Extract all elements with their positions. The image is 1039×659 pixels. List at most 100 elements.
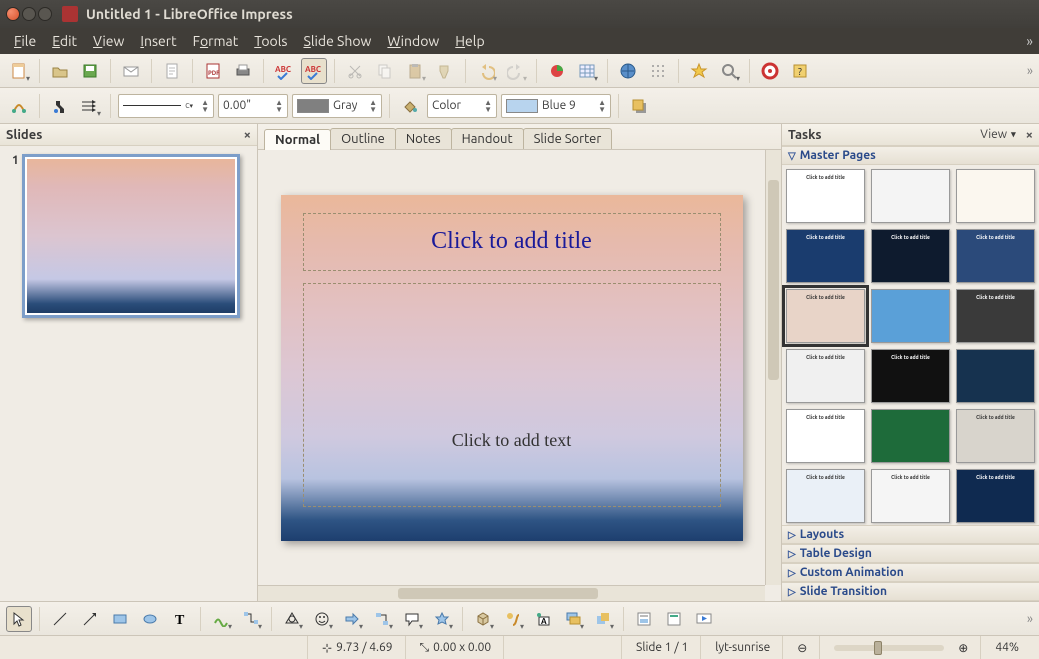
master-page-thumb[interactable]: Click to add title	[786, 409, 865, 463]
master-page-thumb[interactable]: Click to add title	[786, 289, 865, 343]
spellcheck-button[interactable]: ABC	[271, 58, 297, 84]
grid-button[interactable]	[645, 58, 671, 84]
arrow-tool-button[interactable]	[77, 606, 103, 632]
tasks-panel-close-icon[interactable]: ×	[1026, 128, 1033, 142]
tab-slide-sorter[interactable]: Slide Sorter	[523, 128, 613, 149]
section-custom-animation[interactable]: ▷Custom Animation	[782, 563, 1039, 582]
insert-button[interactable]: ▾	[500, 606, 526, 632]
auto-spellcheck-button[interactable]: ABC	[301, 58, 327, 84]
export-pdf-button[interactable]: PDF	[200, 58, 226, 84]
line-width-input[interactable]: 0.00"▲▼	[218, 94, 288, 118]
menu-tools[interactable]: Tools	[246, 31, 295, 51]
tab-handout[interactable]: Handout	[451, 128, 524, 149]
master-page-thumb[interactable]: Click to add title	[956, 289, 1035, 343]
section-table-design[interactable]: ▷Table Design	[782, 544, 1039, 563]
cut-button[interactable]	[342, 58, 368, 84]
tasks-view-dropdown-icon[interactable]: ▾	[1011, 129, 1016, 140]
curve-tool-button[interactable]: ▾	[208, 606, 234, 632]
menu-help[interactable]: Help	[447, 31, 492, 51]
zoom-level[interactable]: 44%	[995, 636, 1031, 659]
paste-button[interactable]: ▾	[402, 58, 428, 84]
navigator-star-button[interactable]	[686, 58, 712, 84]
align-button[interactable]: ▾	[560, 606, 586, 632]
redo-button[interactable]: ▾	[503, 58, 529, 84]
stars-button[interactable]: ▾	[429, 606, 455, 632]
email-button[interactable]	[118, 58, 144, 84]
master-page-thumb[interactable]	[871, 409, 950, 463]
window-minimize-button[interactable]	[22, 7, 36, 21]
section-master-pages[interactable]: ▽Master Pages	[782, 146, 1039, 165]
arrange-button[interactable]: ▾	[590, 606, 616, 632]
master-page-thumb[interactable]: Click to add title	[786, 469, 865, 523]
master-page-thumb[interactable]: Click to add title	[871, 349, 950, 403]
fill-color-select[interactable]: Blue 9▲▼	[501, 94, 611, 118]
rectangle-tool-button[interactable]	[107, 606, 133, 632]
master-page-thumb[interactable]: Click to add title	[786, 169, 865, 223]
title-placeholder[interactable]: Click to add title	[303, 213, 721, 271]
copy-button[interactable]	[372, 58, 398, 84]
slides-panel-close-icon[interactable]: ×	[244, 128, 251, 142]
zoom-button[interactable]: ▾	[716, 58, 742, 84]
master-page-thumb[interactable]	[956, 169, 1035, 223]
block-arrows-button[interactable]: ▾	[339, 606, 365, 632]
callouts-button[interactable]: ▾	[399, 606, 425, 632]
slide-canvas[interactable]: Click to add title Click to add text ⬉	[258, 150, 781, 601]
flowchart-button[interactable]: ▾	[369, 606, 395, 632]
zoom-out-button[interactable]: ⊖	[797, 636, 820, 659]
connector-tool-button[interactable]: ▾	[238, 606, 264, 632]
hyperlink-button[interactable]	[615, 58, 641, 84]
line-style-select[interactable]: C▾▲▼	[118, 94, 214, 118]
table-button[interactable]: ▾	[574, 58, 600, 84]
slide-thumbnail[interactable]: 1	[8, 154, 249, 318]
edit-file-button[interactable]	[159, 58, 185, 84]
menu-file[interactable]: File	[6, 31, 44, 51]
shadow-button[interactable]	[626, 93, 652, 119]
master-page-thumb[interactable]: Click to add title	[786, 349, 865, 403]
master-page-thumb[interactable]: Click to add title	[956, 409, 1035, 463]
text-tool-button[interactable]: T	[167, 606, 193, 632]
master-page-thumb[interactable]	[871, 169, 950, 223]
section-layouts[interactable]: ▷Layouts	[782, 525, 1039, 544]
slide-design-button[interactable]	[661, 606, 687, 632]
master-page-thumb[interactable]: Click to add title	[956, 229, 1035, 283]
rotate-button[interactable]: A	[530, 606, 556, 632]
slide[interactable]: Click to add title Click to add text	[281, 195, 743, 541]
whats-this-button[interactable]: ?	[787, 58, 813, 84]
symbol-shapes-button[interactable]: ▾	[309, 606, 335, 632]
menu-window[interactable]: Window	[379, 31, 447, 51]
menu-edit[interactable]: Edit	[44, 31, 85, 51]
master-page-thumb[interactable]: Click to add title	[786, 229, 865, 283]
select-tool-button[interactable]	[6, 606, 32, 632]
fill-tool-button[interactable]	[397, 93, 423, 119]
menu-format[interactable]: Format	[185, 31, 247, 51]
menu-slideshow[interactable]: Slide Show	[295, 31, 379, 51]
zoom-slider[interactable]	[834, 645, 944, 651]
fill-type-select[interactable]: Color▲▼	[427, 94, 497, 118]
section-slide-transition[interactable]: ▷Slide Transition	[782, 582, 1039, 601]
horizontal-scrollbar[interactable]	[258, 585, 765, 601]
master-page-thumb[interactable]: Click to add title	[871, 229, 950, 283]
vertical-scrollbar[interactable]	[765, 150, 781, 585]
undo-button[interactable]: ▾	[473, 58, 499, 84]
menu-insert[interactable]: Insert	[132, 31, 184, 51]
menu-overflow-icon[interactable]: »	[1026, 33, 1033, 49]
toolbar-overflow-icon[interactable]: »	[1027, 64, 1033, 78]
format-paintbrush-button[interactable]	[432, 58, 458, 84]
help-button[interactable]	[757, 58, 783, 84]
print-button[interactable]	[230, 58, 256, 84]
edit-points-button[interactable]	[6, 93, 32, 119]
glue-points-button[interactable]	[47, 93, 73, 119]
zoom-in-button[interactable]: ⊕	[958, 636, 981, 659]
master-page-thumb[interactable]	[871, 289, 950, 343]
tab-normal[interactable]: Normal	[264, 129, 331, 150]
window-maximize-button[interactable]	[38, 7, 52, 21]
3d-objects-button[interactable]: ▾	[470, 606, 496, 632]
tab-notes[interactable]: Notes	[395, 128, 452, 149]
drawing-toolbar-overflow-icon[interactable]: »	[1027, 612, 1033, 626]
menu-view[interactable]: View	[85, 31, 132, 51]
master-page-thumb[interactable]: Click to add title	[871, 469, 950, 523]
basic-shapes-button[interactable]: ▾	[279, 606, 305, 632]
new-doc-button[interactable]: ▾	[6, 58, 32, 84]
open-button[interactable]	[47, 58, 73, 84]
save-button[interactable]	[77, 58, 103, 84]
